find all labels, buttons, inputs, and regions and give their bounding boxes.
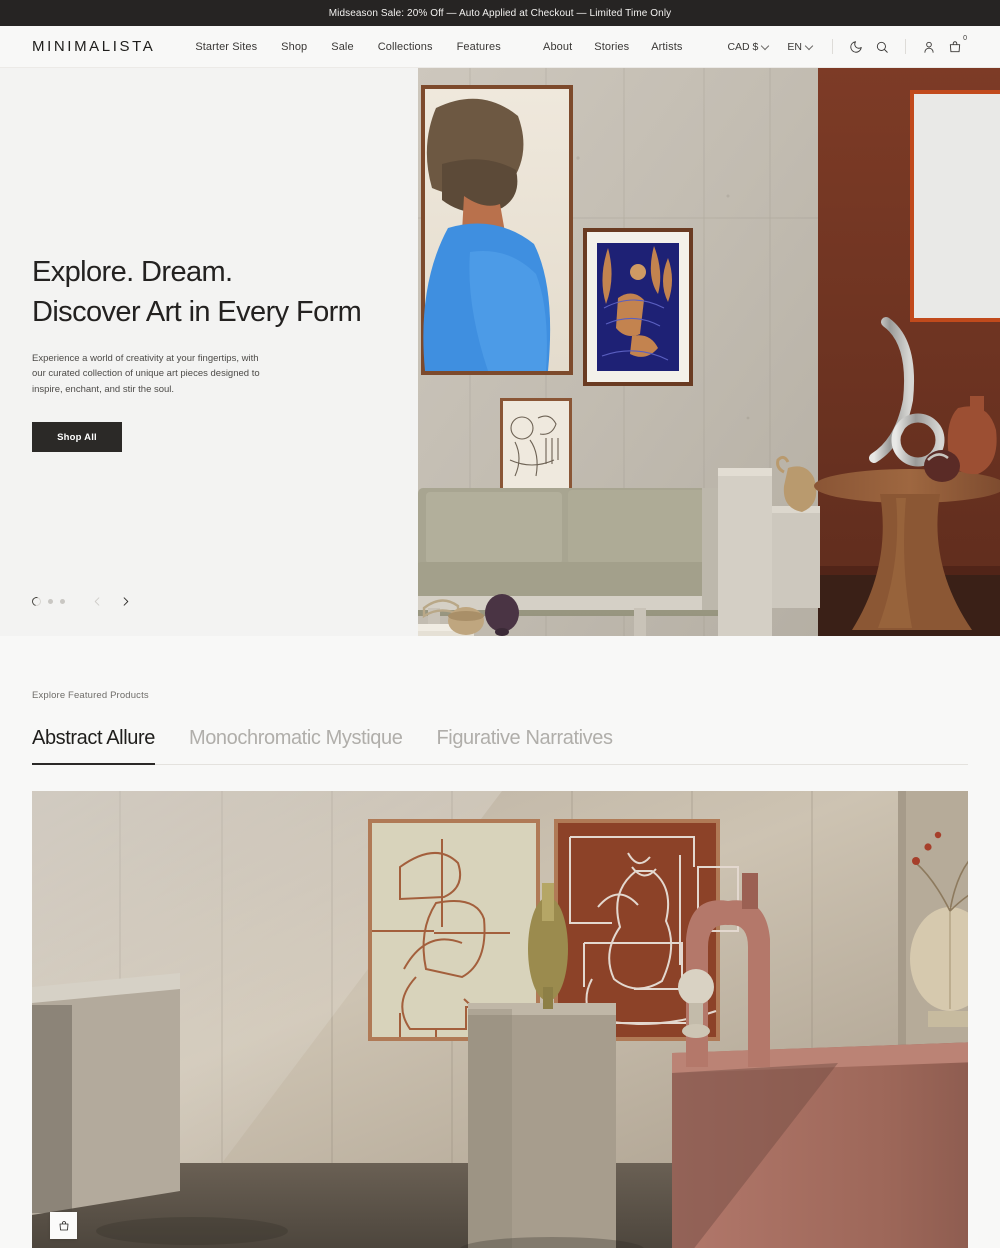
language-label: EN [787,40,802,53]
chevron-left-icon [94,596,99,606]
featured-eyebrow: Explore Featured Products [32,690,149,701]
hero-image [418,68,1000,636]
currency-selector[interactable]: CAD $ [718,41,778,53]
nav-item-starter-sites[interactable]: Starter Sites [195,41,257,53]
carousel-dots [30,594,65,608]
search-icon [876,41,888,53]
carousel-dot-2[interactable] [48,598,53,604]
shopping-bag-icon [59,1220,68,1230]
moon-icon [850,40,862,53]
nav-item-collections[interactable]: Collections [378,41,433,53]
chevron-down-icon [806,43,813,50]
carousel-arrows [89,593,133,609]
primary-navigation: Starter Sites Shop Sale Collections Feat… [195,41,500,53]
nav-item-shop[interactable]: Shop [281,41,307,53]
hero-subtitle: Experience a world of creativity at your… [32,352,260,395]
tab-abstract-allure[interactable]: Abstract Allure [32,727,155,765]
shopping-bag-icon [949,40,961,52]
header-divider-2 [905,39,906,54]
nav-item-artists[interactable]: Artists [651,41,682,53]
hero-section: Explore. Dream. Discover Art in Every Fo… [0,68,1000,636]
header-utilities: CAD $ EN 0 [718,34,968,60]
account-button[interactable] [916,34,942,60]
secondary-navigation: About Stories Artists [543,41,682,53]
tab-monochromatic-mystique[interactable]: Monochromatic Mystique [189,727,403,764]
cart-button[interactable]: 0 [942,34,968,60]
hero-interior-artwork-illustration [418,68,1000,636]
account-icon [924,41,934,53]
hero-content: Explore. Dream. Discover Art in Every Fo… [0,68,418,636]
nav-item-about[interactable]: About [543,41,572,53]
site-header: MINIMALISTA Starter Sites Shop Sale Coll… [0,26,1000,68]
featured-tabs: Abstract Allure Monochromatic Mystique F… [32,727,968,765]
chevron-right-icon [123,596,128,606]
nav-item-features[interactable]: Features [457,41,501,53]
theme-toggle-button[interactable] [843,34,869,60]
hero-title-line-1: Explore. Dream. [32,255,233,288]
featured-product-illustration [32,791,968,1248]
nav-item-stories[interactable]: Stories [594,41,629,53]
brand-logo[interactable]: MINIMALISTA [32,38,155,55]
nav-item-sale[interactable]: Sale [331,41,353,53]
hero-carousel-controls [30,593,133,609]
carousel-dot-3[interactable] [60,598,65,604]
carousel-next-button[interactable] [117,593,133,609]
cart-count-badge: 0 [963,34,967,42]
featured-products-section: Explore Featured Products Abstract Allur… [0,636,1000,1248]
quick-add-to-bag-button[interactable] [50,1212,77,1239]
carousel-dot-1-active[interactable] [30,594,43,608]
search-button[interactable] [869,34,895,60]
announcement-bar: Midseason Sale: 20% Off — Auto Applied a… [0,0,1000,26]
chevron-down-icon [762,43,769,50]
shop-all-button[interactable]: Shop All [32,422,122,453]
tab-figurative-narratives[interactable]: Figurative Narratives [436,727,613,764]
currency-label: CAD $ [727,40,759,53]
featured-product-card[interactable] [32,791,968,1248]
carousel-prev-button[interactable] [89,593,105,609]
announcement-text: Midseason Sale: 20% Off — Auto Applied a… [328,7,672,19]
hero-title-line-2: Discover Art in Every Form [32,295,362,328]
hero-title: Explore. Dream. Discover Art in Every Fo… [32,252,386,332]
header-divider-1 [832,39,833,54]
language-selector[interactable]: EN [778,41,822,53]
